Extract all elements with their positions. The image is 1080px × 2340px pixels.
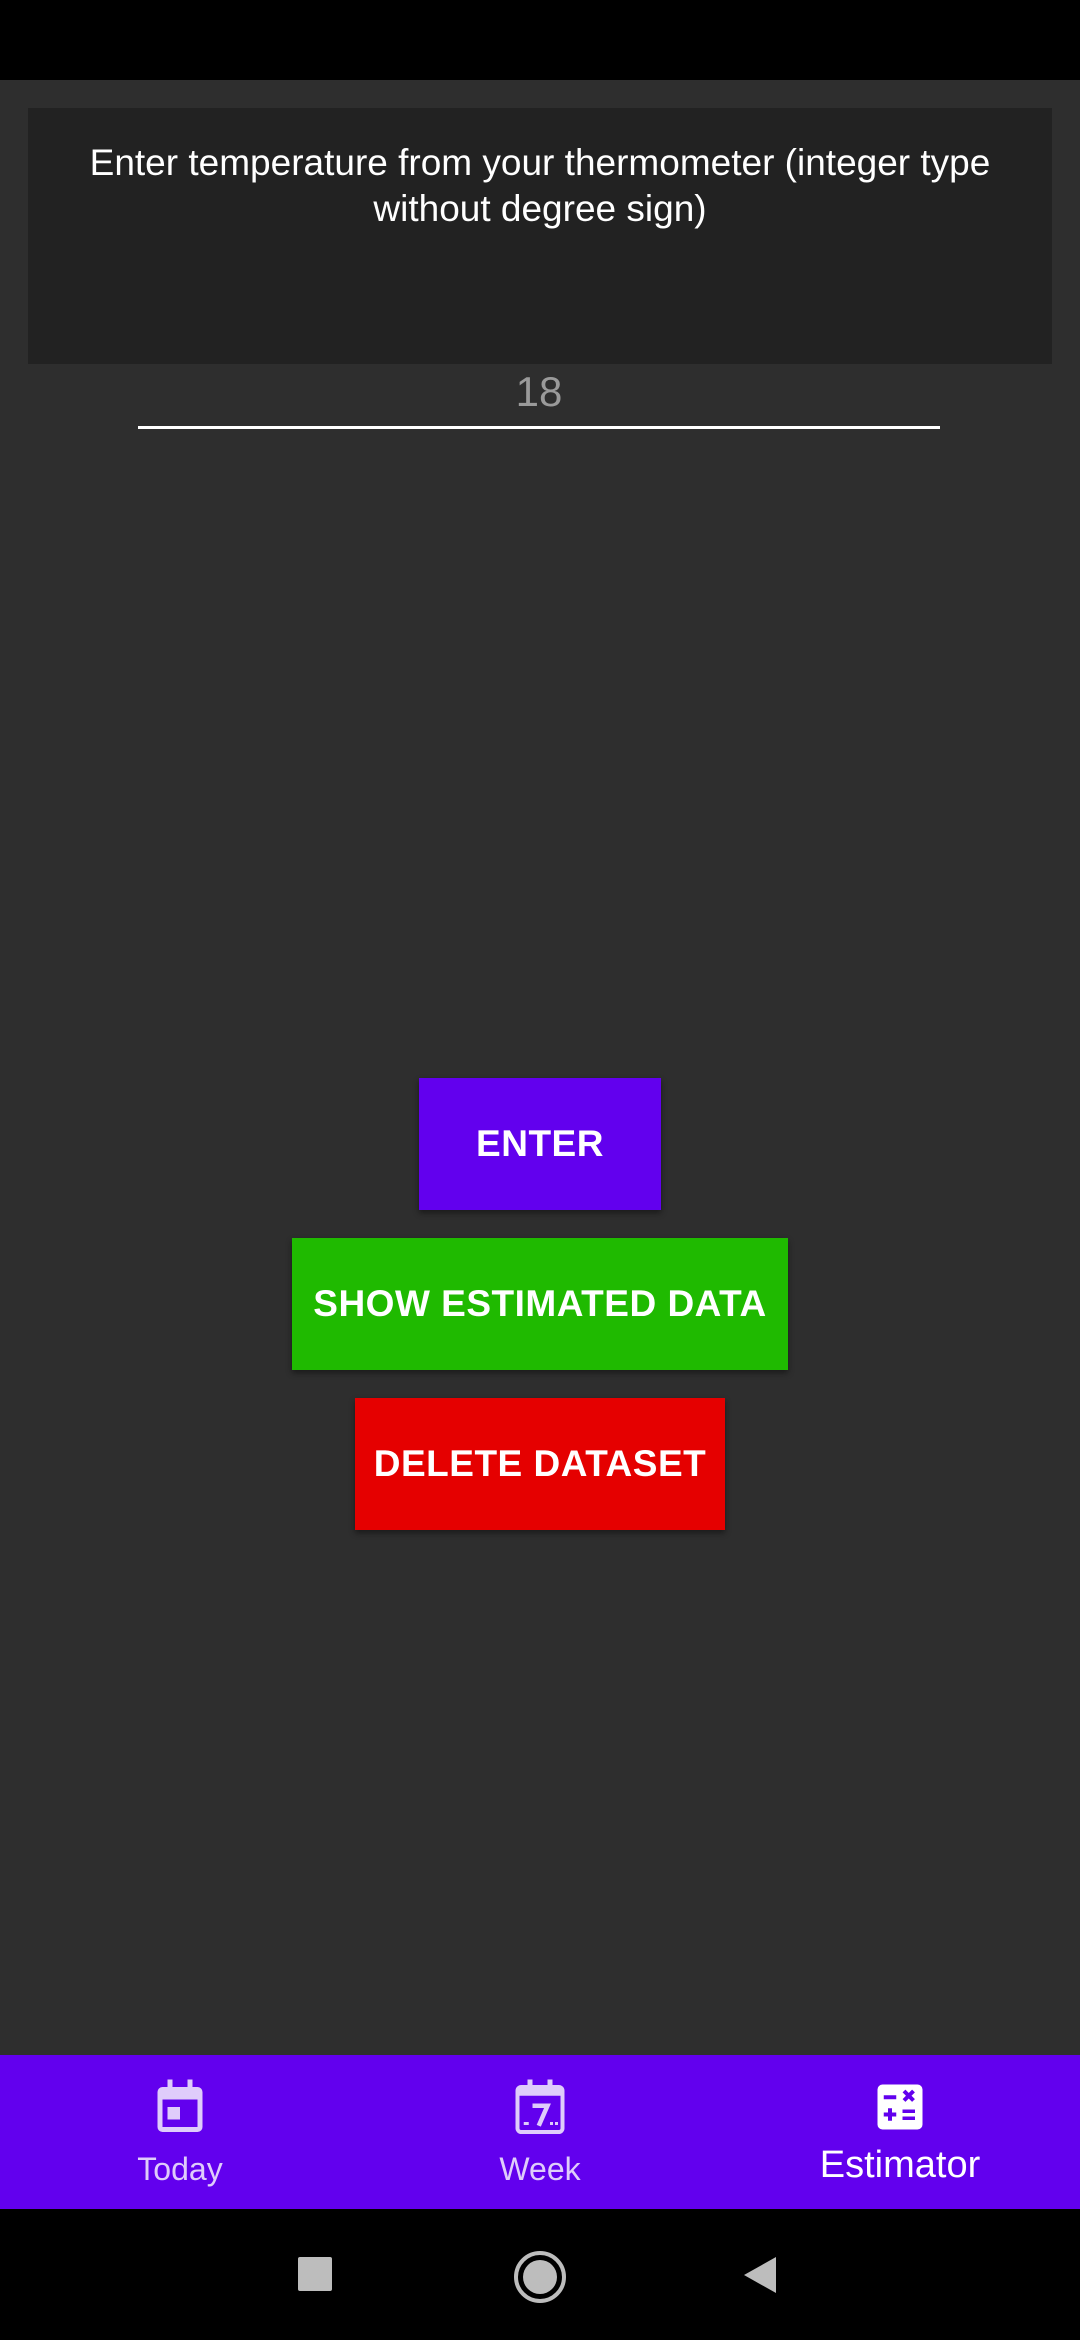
calendar-week-icon (515, 2079, 565, 2134)
temperature-input[interactable] (138, 363, 940, 429)
temperature-prompt: Enter temperature from your thermometer … (89, 142, 991, 229)
app-screen: Enter temperature from your thermometer … (0, 0, 1080, 2340)
nav-label-estimator: Estimator (819, 2144, 981, 2186)
home-circle-icon[interactable] (512, 2249, 568, 2305)
nav-item-today[interactable]: Today (0, 2055, 360, 2209)
delete-dataset-button[interactable]: DELETE DATASET (355, 1398, 725, 1530)
back-triangle-icon[interactable] (742, 2255, 778, 2295)
nav-item-week[interactable]: Week (360, 2055, 720, 2209)
system-navigation-bar (0, 2209, 1080, 2340)
nav-label-today: Today (137, 2151, 223, 2187)
nav-item-estimator[interactable]: Estimator (720, 2055, 1080, 2209)
nav-label-week: Week (499, 2151, 581, 2187)
calculator-icon (877, 2084, 923, 2130)
bottom-navigation: Today Week Estimator (0, 2055, 1080, 2209)
show-estimated-data-button[interactable]: SHOW ESTIMATED DATA (292, 1238, 788, 1370)
enter-button[interactable]: ENTER (419, 1078, 661, 1210)
recents-square-icon[interactable] (298, 2257, 332, 2291)
temperature-input-card: Enter temperature from your thermometer … (28, 108, 1052, 429)
status-bar (0, 0, 1080, 80)
calendar-today-icon (157, 2079, 203, 2132)
